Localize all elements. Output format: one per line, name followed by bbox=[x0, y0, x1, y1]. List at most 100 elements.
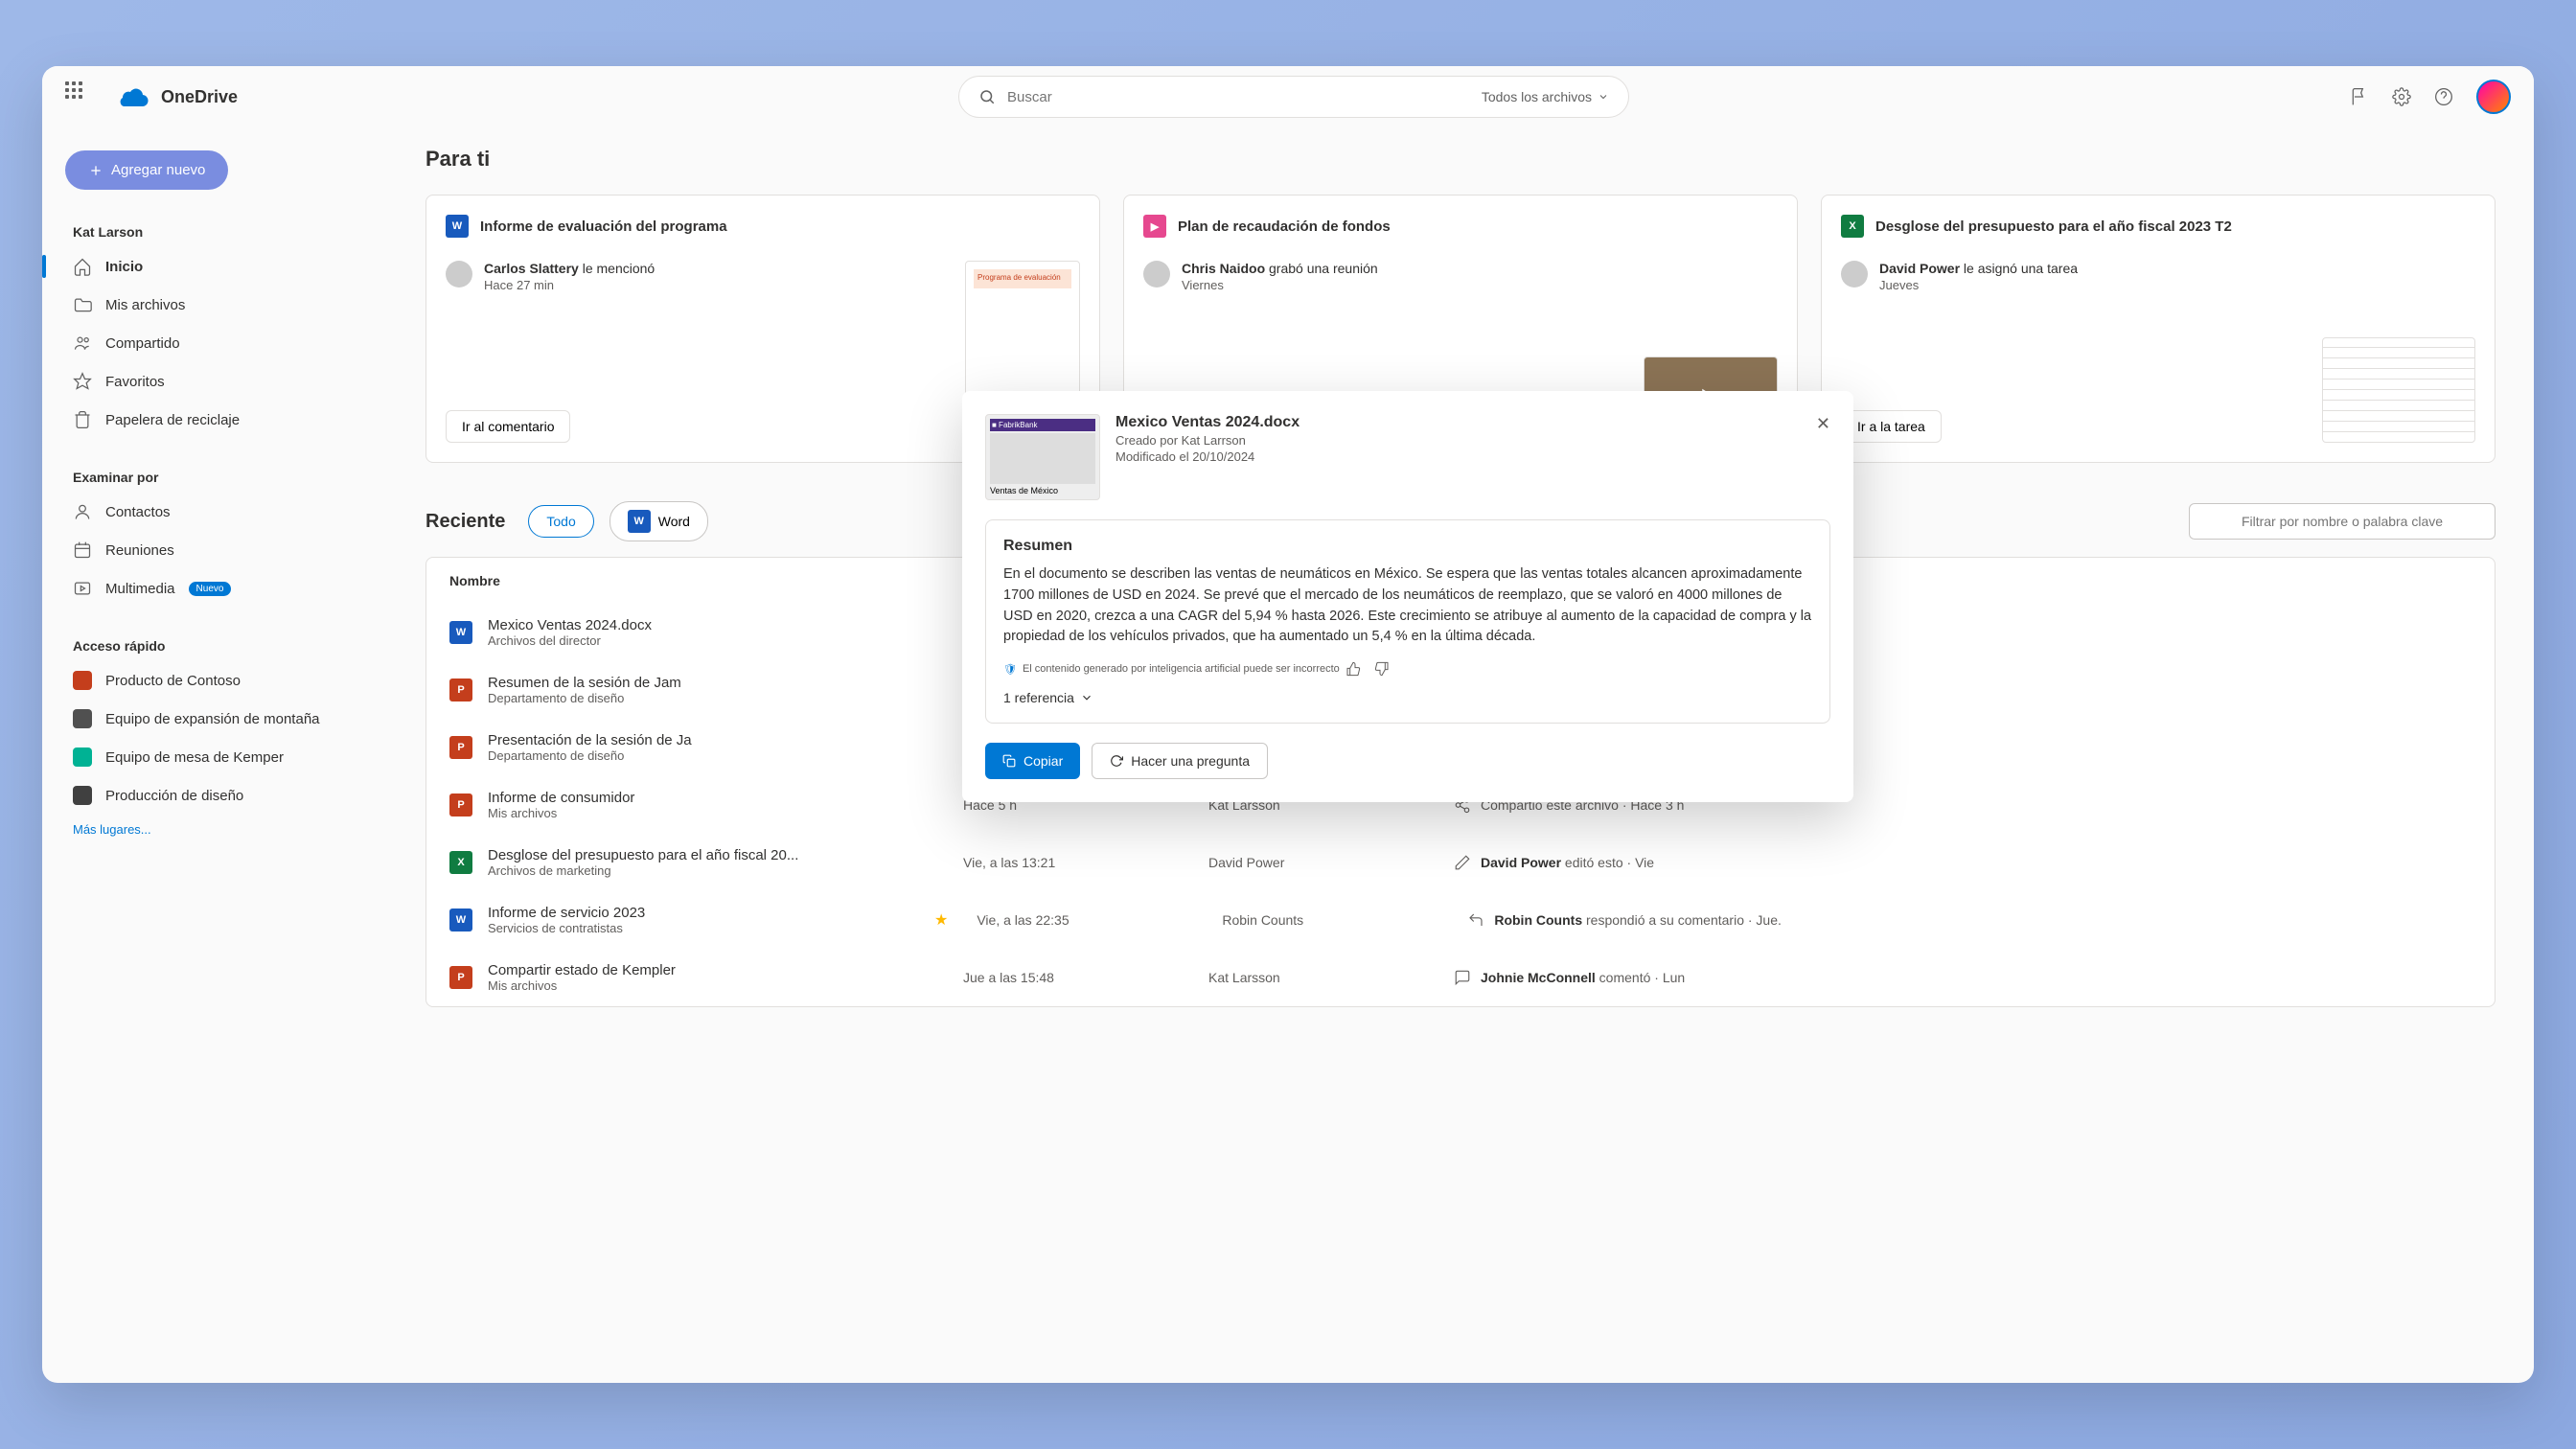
add-new-button[interactable]: Agregar nuevo bbox=[65, 150, 228, 190]
refresh-icon bbox=[1110, 754, 1123, 768]
sidebar-item-label: Reuniones bbox=[105, 542, 174, 559]
trash-icon bbox=[73, 410, 92, 429]
popup-title: Mexico Ventas 2024.docx bbox=[1116, 414, 1801, 431]
sidebar-item-home[interactable]: Inicio bbox=[58, 247, 372, 286]
ppt-icon: P bbox=[449, 678, 472, 702]
main-content: Para ti WInforme de evaluación del progr… bbox=[387, 127, 2534, 1383]
brand: OneDrive bbox=[119, 87, 238, 107]
file-name: Mexico Ventas 2024.docx bbox=[488, 617, 948, 633]
more-places-link[interactable]: Más lugares... bbox=[58, 815, 372, 844]
row-activity: Johnie McConnell comentó · Lun bbox=[1454, 969, 2472, 986]
row-date: Jue a las 15:48 bbox=[963, 970, 1193, 985]
contact-icon bbox=[73, 502, 92, 521]
plus-icon bbox=[88, 163, 104, 178]
row-owner: Kat Larsson bbox=[1208, 970, 1438, 985]
summary-popup: ■ FabrikBank Ventas de México Mexico Ven… bbox=[962, 391, 1853, 802]
calendar-icon bbox=[73, 540, 92, 560]
sidebar-item-label: Producción de diseño bbox=[105, 788, 243, 804]
sidebar-item-media[interactable]: MultimediaNuevo bbox=[58, 569, 372, 608]
file-location: Servicios de contratistas bbox=[488, 921, 948, 935]
card-action-button[interactable]: Ir a la tarea bbox=[1841, 410, 1942, 443]
person-avatar bbox=[446, 261, 472, 288]
sidebar-item-folder[interactable]: Mis archivos bbox=[58, 286, 372, 324]
excel-icon: X bbox=[1841, 215, 1864, 238]
quick-access-item[interactable]: Equipo de expansión de montaña bbox=[58, 700, 372, 738]
table-row[interactable]: W Informe de servicio 2023Servicios de c… bbox=[426, 891, 2495, 949]
search-bar[interactable]: Todos los archivos bbox=[958, 76, 1629, 118]
user-avatar[interactable] bbox=[2476, 80, 2511, 114]
file-name: Informe de consumidor bbox=[488, 790, 948, 806]
file-location: Departamento de diseño bbox=[488, 748, 948, 763]
sidebar-item-star[interactable]: Favoritos bbox=[58, 362, 372, 401]
pill-all[interactable]: Todo bbox=[528, 505, 593, 538]
help-icon[interactable] bbox=[2434, 87, 2453, 106]
ask-question-button[interactable]: Hacer una pregunta bbox=[1092, 743, 1268, 779]
thumbs-down-icon[interactable] bbox=[1374, 661, 1390, 677]
sidebar-item-contact[interactable]: Contactos bbox=[58, 493, 372, 531]
sidebar-item-trash[interactable]: Papelera de reciclaje bbox=[58, 401, 372, 439]
ppt-icon: P bbox=[449, 966, 472, 989]
site-thumb-icon bbox=[73, 786, 92, 805]
file-location: Departamento de diseño bbox=[488, 691, 948, 705]
chevron-down-icon bbox=[1080, 691, 1093, 704]
references-toggle[interactable]: 1 referencia bbox=[1003, 690, 1812, 705]
row-date: Vie, a las 13:21 bbox=[963, 855, 1193, 870]
file-location: Archivos del director bbox=[488, 633, 948, 648]
close-button[interactable]: ✕ bbox=[1816, 414, 1830, 434]
activity-text: Carlos Slattery le mencionó bbox=[484, 261, 655, 276]
favorite-star-icon[interactable]: ★ bbox=[934, 910, 948, 930]
site-thumb-icon bbox=[73, 671, 92, 690]
quick-access-item[interactable]: Producto de Contoso bbox=[58, 661, 372, 700]
ppt-icon: P bbox=[449, 794, 472, 816]
activity-text: David Power le asignó una tarea bbox=[1879, 261, 2078, 276]
person-avatar bbox=[1841, 261, 1868, 288]
word-icon: W bbox=[449, 908, 472, 932]
sheet-thumbnail bbox=[2322, 337, 2475, 443]
file-name: Desglose del presupuesto para el año fis… bbox=[488, 847, 948, 863]
quick-title: Acceso rápido bbox=[58, 627, 372, 661]
card-action-button[interactable]: Ir al comentario bbox=[446, 410, 570, 443]
sidebar-item-label: Equipo de mesa de Kemper bbox=[105, 749, 284, 766]
summary-text: En el documento se describen las ventas … bbox=[1003, 564, 1812, 648]
quick-access-item[interactable]: Producción de diseño bbox=[58, 776, 372, 815]
activity-time: Jueves bbox=[1879, 278, 2078, 292]
pill-word[interactable]: W Word bbox=[610, 501, 708, 541]
quick-access-item[interactable]: Equipo de mesa de Kemper bbox=[58, 738, 372, 776]
sidebar-item-label: Inicio bbox=[105, 259, 143, 275]
sidebar: Agregar nuevo Kat Larson InicioMis archi… bbox=[42, 127, 387, 1383]
copy-button[interactable]: Copiar bbox=[985, 743, 1080, 779]
filter-input[interactable] bbox=[2189, 503, 2496, 540]
thumbs-up-icon[interactable] bbox=[1346, 661, 1361, 677]
row-owner: David Power bbox=[1208, 855, 1438, 870]
app-launcher-icon[interactable] bbox=[65, 81, 96, 112]
sidebar-item-calendar[interactable]: Reuniones bbox=[58, 531, 372, 569]
copy-icon bbox=[1002, 754, 1016, 768]
row-activity: Robin Counts respondió a su comentario ·… bbox=[1467, 911, 2472, 929]
card-title: Plan de recaudación de fondos bbox=[1178, 218, 1391, 235]
ppt-icon: P bbox=[449, 736, 472, 759]
recent-title: Reciente bbox=[426, 511, 505, 533]
table-row[interactable]: X Desglose del presupuesto para el año f… bbox=[426, 834, 2495, 891]
sidebar-item-label: Equipo de expansión de montaña bbox=[105, 711, 320, 727]
site-thumb-icon bbox=[73, 709, 92, 728]
comment-icon bbox=[1454, 969, 1471, 986]
activity-time: Viernes bbox=[1182, 278, 1378, 292]
media-icon bbox=[73, 579, 92, 598]
table-row[interactable]: P Compartir estado de KemplerMis archivo… bbox=[426, 949, 2495, 1006]
file-location: Mis archivos bbox=[488, 978, 948, 993]
reply-icon bbox=[1467, 911, 1484, 929]
sidebar-item-people[interactable]: Compartido bbox=[58, 324, 372, 362]
flag-icon[interactable] bbox=[2350, 87, 2369, 106]
for-you-card[interactable]: XDesglose del presupuesto para el año fi… bbox=[1821, 195, 2496, 463]
search-filter-dropdown[interactable]: Todos los archivos bbox=[1482, 89, 1609, 104]
settings-icon[interactable] bbox=[2392, 87, 2411, 106]
row-activity: David Power editó esto · Vie bbox=[1454, 854, 2472, 871]
file-location: Archivos de marketing bbox=[488, 863, 948, 878]
sidebar-item-label: Multimedia bbox=[105, 581, 175, 597]
row-date: Vie, a las 22:35 bbox=[977, 912, 1207, 928]
search-input[interactable] bbox=[1007, 89, 1482, 105]
browse-title: Examinar por bbox=[58, 458, 372, 493]
file-location: Mis archivos bbox=[488, 806, 948, 820]
edit-icon bbox=[1454, 854, 1471, 871]
folder-icon bbox=[73, 295, 92, 314]
